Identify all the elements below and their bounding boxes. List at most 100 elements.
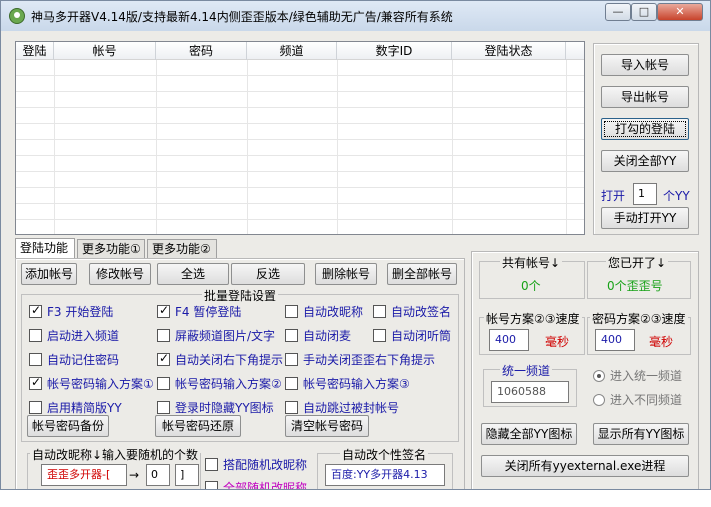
- nickname-input[interactable]: 歪歪多开器-[: [41, 464, 127, 486]
- hide-icon-on-login-checkbox[interactable]: 登录时隐藏YY图标: [157, 399, 274, 416]
- minimize-button[interactable]: —: [605, 3, 631, 21]
- column-header-digital-id[interactable]: 数字ID: [337, 42, 452, 60]
- checkbox-label: 帐号密码输入方案①: [47, 377, 154, 391]
- grid-line: [156, 60, 157, 234]
- all-random-rename-checkbox[interactable]: 全部随机改昵称: [205, 479, 307, 489]
- accounts-table[interactable]: 登陆 帐号 密码 频道 数字ID 登陆状态: [15, 41, 585, 235]
- export-accounts-button[interactable]: 导出帐号: [601, 86, 689, 108]
- checkbox-label: 启动进入频道: [47, 329, 120, 343]
- checkbox-box[interactable]: [29, 329, 42, 342]
- select-all-button[interactable]: 全选: [157, 263, 229, 285]
- auto-close-corner-tip-checkbox[interactable]: 自动关闭右下角提示: [157, 351, 283, 368]
- auto-mute-mic-checkbox[interactable]: 自动闭麦: [285, 327, 351, 344]
- close-yyexternal-button[interactable]: 关闭所有yyexternal.exe进程: [481, 455, 689, 477]
- accounts-table-header: 登陆 帐号 密码 频道 数字ID 登陆状态: [16, 42, 584, 60]
- password-scheme-speed-input[interactable]: 400: [595, 329, 635, 351]
- opened-count-label: 您已开了↓: [606, 254, 669, 271]
- auto-mute-listen-checkbox[interactable]: 自动闭听筒: [373, 327, 451, 344]
- column-header-login-status[interactable]: 登陆状态: [452, 42, 566, 60]
- checkbox-label: 自动闭听筒: [391, 329, 452, 343]
- window-title: 神马多开器V4.14版/支持最新4.14内侧歪歪版本/绿色辅助无广告/兼容所有系…: [31, 10, 453, 24]
- add-account-button[interactable]: 添加帐号: [21, 263, 77, 285]
- column-header-password[interactable]: 密码: [156, 42, 247, 60]
- checkbox-box[interactable]: [285, 305, 298, 318]
- enter-channel-checkbox[interactable]: 启动进入频道: [29, 327, 119, 344]
- tab-login-functions[interactable]: 登陆功能: [15, 238, 75, 260]
- hide-channel-images-checkbox[interactable]: 屏蔽频道图片/文字: [157, 327, 275, 344]
- radio-dot[interactable]: [593, 393, 605, 406]
- import-accounts-button[interactable]: 导入帐号: [601, 54, 689, 76]
- checkbox-box[interactable]: [205, 481, 218, 489]
- title-bar[interactable]: 神马多开器V4.14版/支持最新4.14内侧歪歪版本/绿色辅助无广告/兼容所有系…: [1, 1, 710, 31]
- checkbox-label: F3 开始登陆: [47, 305, 114, 319]
- invert-selection-button[interactable]: 反选: [231, 263, 305, 285]
- manual-close-corner-tip-checkbox[interactable]: 手动关闭歪歪右下角提示: [285, 351, 435, 368]
- lite-yy-checkbox[interactable]: 启用精简版YY: [29, 399, 122, 416]
- checkbox-label: 启用精简版YY: [47, 401, 122, 415]
- checkbox-box[interactable]: [29, 303, 42, 318]
- clear-passwords-button[interactable]: 清空帐号密码: [285, 415, 369, 437]
- random-rename-checkbox[interactable]: 搭配随机改昵称: [205, 456, 307, 473]
- checkbox-box[interactable]: [285, 377, 298, 390]
- maximize-button[interactable]: □: [631, 3, 657, 21]
- auto-signature-checkbox[interactable]: 自动改签名: [373, 303, 451, 320]
- account-scheme-speed-input[interactable]: 400: [489, 329, 529, 351]
- column-header-channel[interactable]: 频道: [247, 42, 337, 60]
- password-scheme-2-checkbox[interactable]: 帐号密码输入方案②: [157, 375, 282, 392]
- checkbox-box[interactable]: [285, 401, 298, 414]
- enter-different-channel-radio[interactable]: 进入不同频道: [593, 391, 682, 408]
- checkbox-box[interactable]: [157, 377, 170, 390]
- skip-blocked-accounts-checkbox[interactable]: 自动跳过被封帐号: [285, 399, 399, 416]
- open-count-input[interactable]: 1: [633, 183, 657, 205]
- checkbox-label: 自动跳过被封帐号: [303, 401, 400, 415]
- login-checked-button[interactable]: 打勾的登陆: [601, 118, 689, 140]
- edit-account-button[interactable]: 修改帐号: [89, 263, 151, 285]
- checkbox-box[interactable]: [29, 375, 42, 390]
- f3-start-login-checkbox[interactable]: F3 开始登陆: [29, 303, 113, 320]
- checkbox-box[interactable]: [285, 329, 298, 342]
- grid-line: [247, 60, 248, 234]
- tab-more-functions-2[interactable]: 更多功能②: [147, 239, 217, 259]
- restore-passwords-button[interactable]: 帐号密码还原: [155, 415, 241, 437]
- remember-password-checkbox[interactable]: 自动记住密码: [29, 351, 119, 368]
- tab-more-functions-1[interactable]: 更多功能①: [77, 239, 145, 259]
- checkbox-box[interactable]: [157, 401, 170, 414]
- checkbox-box[interactable]: [205, 458, 218, 471]
- backup-passwords-button[interactable]: 帐号密码备份: [27, 415, 109, 437]
- checkbox-label: 帐号密码输入方案②: [175, 377, 282, 391]
- column-header-account[interactable]: 帐号: [54, 42, 156, 60]
- password-scheme-speed-label: 密码方案②③速度: [590, 310, 688, 327]
- radio-dot[interactable]: [593, 369, 605, 382]
- checkbox-box[interactable]: [285, 353, 298, 366]
- checkbox-box[interactable]: [157, 329, 170, 342]
- checkbox-label: 自动记住密码: [47, 353, 120, 367]
- column-header-login[interactable]: 登陆: [16, 42, 54, 60]
- signature-input[interactable]: 百度:YY多开器4.13: [325, 464, 445, 486]
- close-button[interactable]: ✕: [657, 3, 703, 21]
- bracket-field[interactable]: ]: [175, 464, 199, 486]
- delete-all-accounts-button[interactable]: 删全部帐号: [387, 263, 457, 285]
- checkbox-box[interactable]: [157, 303, 170, 318]
- password-scheme-speed-unit: 毫秒: [649, 335, 674, 349]
- checkbox-box[interactable]: [29, 401, 42, 414]
- auto-rename-checkbox[interactable]: 自动改昵称: [285, 303, 363, 320]
- enter-unified-channel-radio[interactable]: 进入统一频道: [593, 367, 682, 384]
- auto-rename-group-title: 自动改昵称↓输入要随机的个数: [30, 446, 201, 463]
- manual-open-button[interactable]: 手动打开YY: [601, 207, 689, 229]
- checkbox-box[interactable]: [373, 329, 386, 342]
- accounts-table-body[interactable]: [16, 60, 584, 234]
- delete-account-button[interactable]: 删除帐号: [315, 263, 377, 285]
- app-window: 神马多开器V4.14版/支持最新4.14内侧歪歪版本/绿色辅助无广告/兼容所有系…: [0, 0, 711, 490]
- random-count-input[interactable]: 0: [146, 464, 170, 486]
- open-label: 打开: [601, 189, 626, 203]
- checkbox-box[interactable]: [373, 305, 386, 318]
- checkbox-box[interactable]: [157, 351, 170, 366]
- password-scheme-3-checkbox[interactable]: 帐号密码输入方案③: [285, 375, 410, 392]
- show-all-yy-icons-button[interactable]: 显示所有YY图标: [593, 423, 689, 445]
- password-scheme-1-checkbox[interactable]: 帐号密码输入方案①: [29, 375, 154, 392]
- f4-pause-login-checkbox[interactable]: F4 暂停登陆: [157, 303, 241, 320]
- hide-all-yy-icons-button[interactable]: 隐藏全部YY图标: [481, 423, 577, 445]
- unified-channel-input[interactable]: 1060588: [491, 381, 569, 403]
- close-all-yy-button[interactable]: 关闭全部YY: [601, 150, 689, 172]
- checkbox-box[interactable]: [29, 353, 42, 366]
